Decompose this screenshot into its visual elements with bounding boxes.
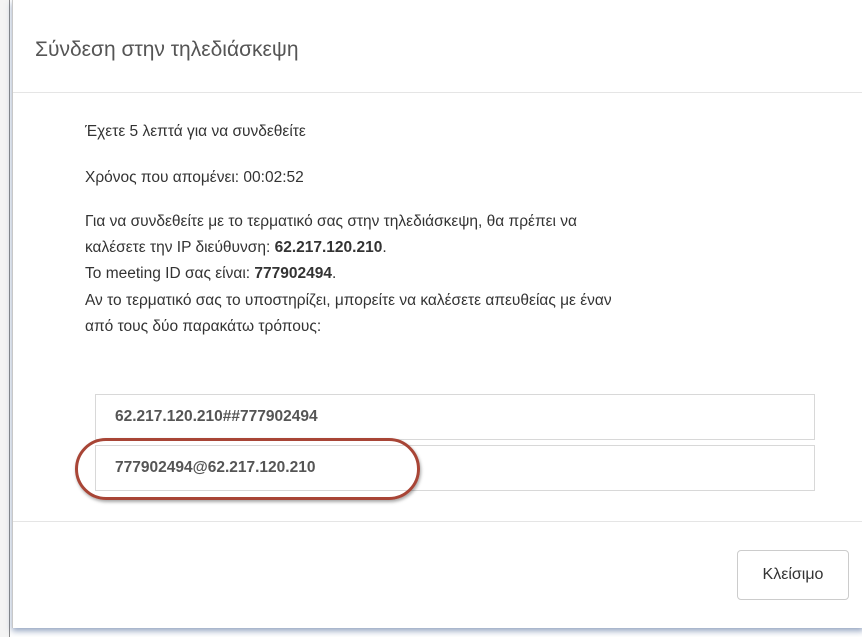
meeting-id-line: Το meeting ID σας είναι: 777902494. [85,265,336,283]
conference-dialog: Σύνδεση στην τηλεδιάσκεψη Έχετε 5 λεπτά … [12,0,862,628]
background-window-border [9,0,10,637]
instructions-line-4: Αν το τερματικό σας το υποστηρίζει, μπορ… [85,292,612,309]
time-remaining-text: Χρόνος που απομένει: 00:02:52 [85,169,304,186]
address-option-text: 62.217.120.210##777902494 [115,408,318,425]
address-option-text: 777902494@62.217.120.210 [115,459,316,476]
ip-address-line: καλέσετε την IP διεύθυνση: 62.217.120.21… [85,239,387,257]
dialog-header: Σύνδεση στην τηλεδιάσκεψη [13,0,862,93]
time-limit-text: Έχετε 5 λεπτά για να συνδεθείτε [85,123,306,140]
dialog-footer: Κλείσιμο [13,521,862,629]
address-option-hash[interactable]: 62.217.120.210##777902494 [95,394,815,440]
dialog-title: Σύνδεση στην τηλεδιάσκεψη [35,38,299,61]
dialog-body: Έχετε 5 λεπτά για να συνδεθείτε Χρόνος π… [13,93,862,521]
address-option-at[interactable]: 777902494@62.217.120.210 [95,445,815,491]
meeting-id-suffix: . [331,265,337,282]
ip-address-suffix: . [382,239,387,256]
meeting-id-prefix: Το meeting ID σας είναι: [85,265,255,282]
page: Σύνδεση στην τηλεδιάσκεψη Έχετε 5 λεπτά … [0,0,862,637]
ip-address-prefix: καλέσετε την IP διεύθυνση: [85,239,275,256]
ip-address-value: 62.217.120.210 [274,239,383,256]
instructions-line-1: Για να συνδεθείτε με το τερματικό σας στ… [85,213,578,230]
instructions-line-5: από τους δύο παρακάτω τρόπους: [85,318,322,335]
close-button[interactable]: Κλείσιμο [737,550,849,600]
meeting-id-value: 777902494 [254,265,332,282]
